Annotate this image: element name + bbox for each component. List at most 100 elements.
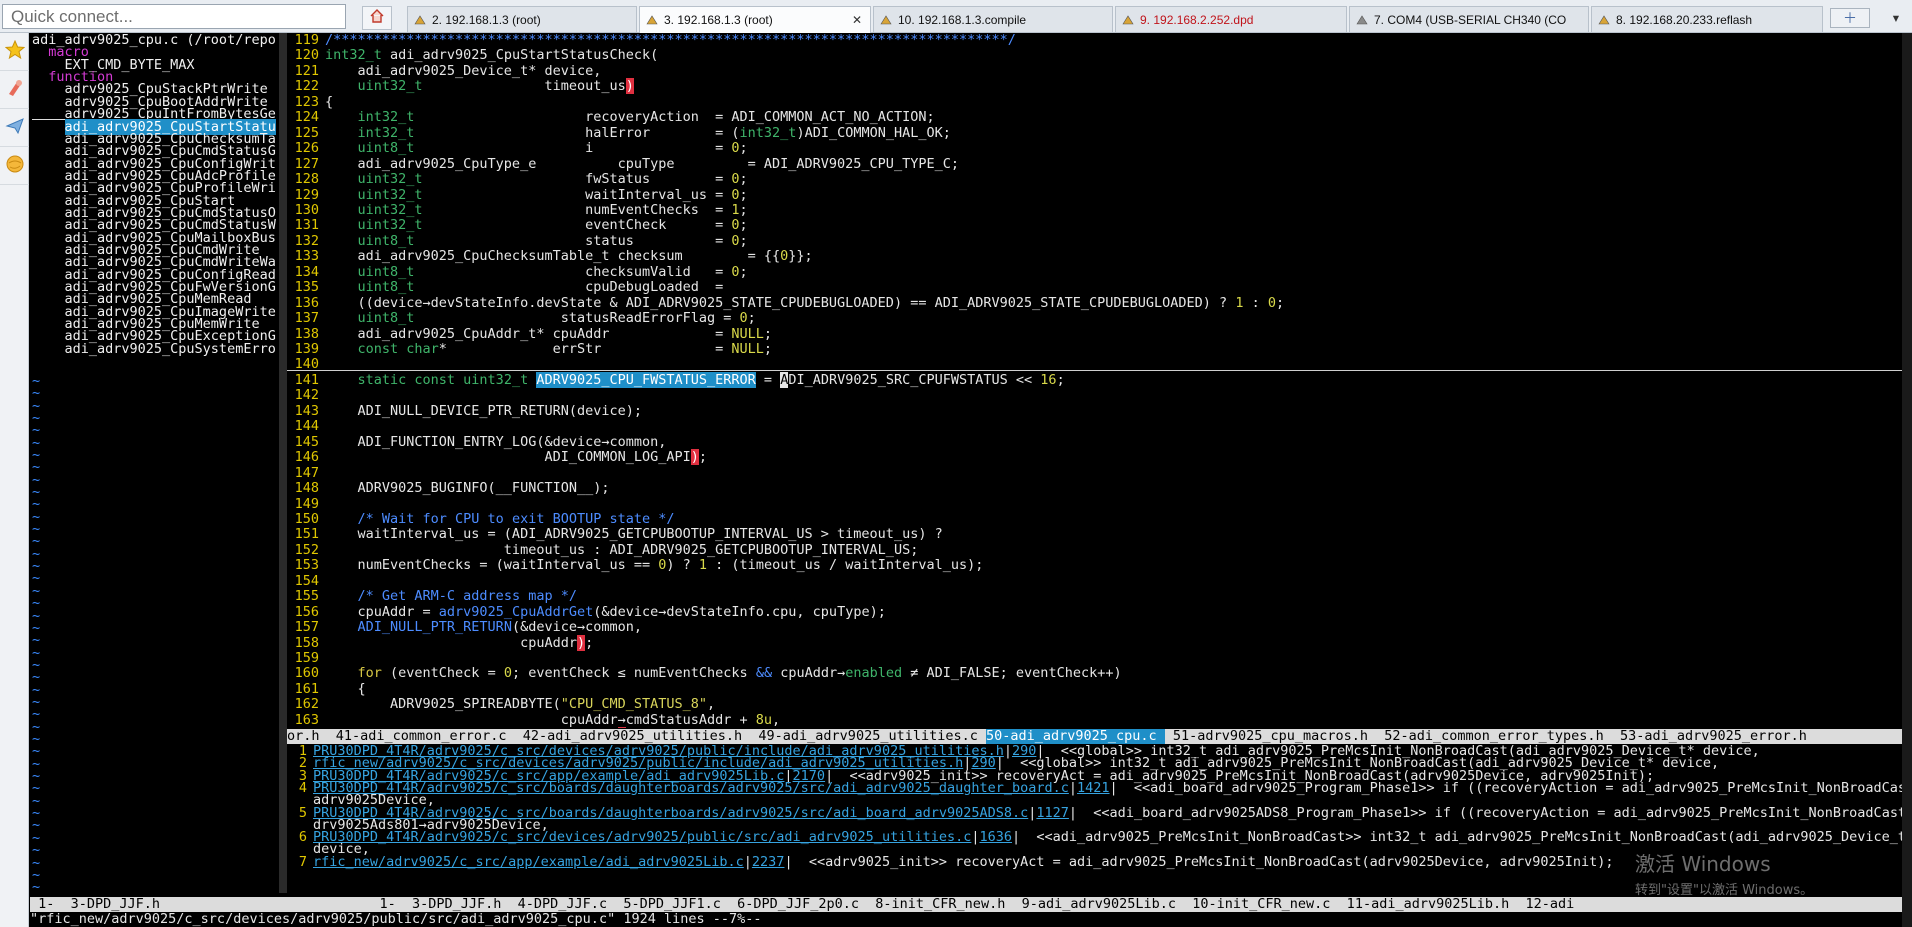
session-tab[interactable]: 8. 192.168.20.233.reflash bbox=[1591, 6, 1823, 32]
line-number: 159 bbox=[294, 650, 319, 666]
code-line[interactable]: 134 uint8_t checksumValid = 0; bbox=[287, 264, 748, 280]
code-editor-pane[interactable]: 119 /************************************… bbox=[287, 33, 1912, 728]
session-tab[interactable]: 9. 192.168.2.252.dpd bbox=[1115, 6, 1347, 32]
terminal-screen[interactable]: adi_adrv9025_cpu.c (/root/repo macro EXT… bbox=[30, 33, 1912, 927]
quickfix-text: <<adi_board_adrv9025ADS8_Program_Phase1>… bbox=[1077, 804, 1912, 821]
line-number: 124 bbox=[294, 109, 319, 126]
code-line[interactable]: 124 int32_t recoveryAction = ADI_COMMON_… bbox=[287, 110, 935, 125]
code-line[interactable]: 157 ADI_NULL_PTR_RETURN(&device→common, bbox=[287, 620, 642, 635]
code-line[interactable]: 126 uint8_t i = 0; bbox=[287, 141, 748, 156]
session-tab[interactable]: 10. 192.168.1.3.compile bbox=[873, 6, 1113, 32]
code-line[interactable]: 146 ADI_COMMON_LOG_API); bbox=[287, 449, 707, 466]
quickfix-separator: | bbox=[1012, 829, 1021, 846]
session-tab-bar: Quick connect... 2. 192.168.1.3 (root) 3.… bbox=[0, 0, 1912, 33]
paper-plane-icon bbox=[4, 116, 25, 140]
code-line[interactable]: 140 bbox=[287, 357, 325, 372]
code-text: waitInterval_us = (ADI_ADRV9025_GETCPUBO… bbox=[325, 526, 943, 543]
code-line[interactable]: 119 /************************************… bbox=[287, 33, 1016, 48]
code-line[interactable]: 154 bbox=[287, 573, 325, 589]
close-tab-icon[interactable]: ✕ bbox=[852, 13, 862, 27]
terminal-scrollbar[interactable] bbox=[1902, 33, 1912, 927]
code-line[interactable]: 148 ADRV9025_BUGINFO(__FUNCTION__); bbox=[287, 480, 610, 497]
line-number: 139 bbox=[294, 341, 319, 357]
code-line[interactable]: 130 uint32_t numEventChecks = 1; bbox=[287, 202, 748, 218]
current-buffer-tab[interactable]: 50-adi_adrv9025_cpu.c bbox=[985, 729, 1165, 744]
code-text: /* Get ARM-C address map */ bbox=[357, 588, 577, 605]
code-line[interactable]: 120 int32_t adi_adrv9025_CpuStartStatusCh… bbox=[287, 48, 659, 63]
code-line[interactable]: 153 numEventChecks = (waitInterval_us ==… bbox=[287, 558, 984, 573]
tab-list-menu-button[interactable]: ▾ bbox=[1886, 8, 1906, 28]
quick-connect-input[interactable]: Quick connect... bbox=[2, 4, 346, 29]
line-number: 125 bbox=[294, 124, 319, 141]
session-tab[interactable]: 7. COM4 (USB-SERIAL CH340 (CO bbox=[1349, 6, 1589, 32]
session-tab[interactable]: 2. 192.168.1.3 (root) bbox=[407, 6, 637, 32]
code-line[interactable]: 141 static const uint32_t ADRV9025_CPU_F… bbox=[287, 371, 1065, 388]
tools-tool[interactable] bbox=[0, 71, 29, 109]
session-tab-label: 8. 192.168.20.233.reflash bbox=[1616, 12, 1753, 27]
code-line[interactable]: 138 adi_adrv9025_CpuAddr_t* cpuAddr = NU… bbox=[287, 326, 772, 342]
code-text: uint8_t status = 0; bbox=[357, 232, 748, 249]
code-line[interactable]: 131 uint32_t eventCheck = 0; bbox=[287, 218, 748, 233]
code-line[interactable]: 137 uint8_t statusReadErrorFlag = 0; bbox=[287, 311, 756, 326]
code-text: uint8_t statusReadErrorFlag = 0; bbox=[357, 310, 756, 327]
code-line[interactable]: 152 timeout_us : ADI_ADRV9025_GETCPUBOOT… bbox=[287, 541, 919, 558]
command-line[interactable]: "rfic_new/adrv9025/c_src/devices/adrv902… bbox=[30, 912, 1912, 927]
code-line[interactable]: 159 bbox=[287, 651, 325, 666]
quickfix-line-number[interactable]: 1127 bbox=[1036, 805, 1069, 821]
code-line[interactable]: 158 cpuAddr); bbox=[287, 634, 593, 651]
terminal-session-icon bbox=[1122, 14, 1134, 26]
home-tab-button[interactable] bbox=[362, 6, 392, 30]
code-line[interactable]: 135 uint8_t cpuDebugLoaded = bbox=[287, 280, 724, 295]
line-number: 150 bbox=[294, 510, 319, 527]
sessions-tool[interactable] bbox=[0, 147, 29, 185]
code-line[interactable]: 162 ADRV9025_SPIREADBYTE("CPU_CMD_STATUS… bbox=[287, 696, 716, 713]
code-line[interactable]: 125 int32_t halError = (int32_t)ADI_COMM… bbox=[287, 124, 951, 141]
code-line[interactable]: 133 adi_adrv9025_CpuChecksumTable_t chec… bbox=[287, 249, 813, 264]
quickfix-line-number[interactable]: 1421 bbox=[1077, 780, 1110, 796]
code-line[interactable]: 129 uint32_t waitInterval_us = 0; bbox=[287, 187, 748, 203]
code-text: ADRV9025_SPIREADBYTE("CPU_CMD_STATUS_8", bbox=[325, 696, 716, 713]
quickfix-path[interactable]: rfic_new/adrv9025/c_src/app/example/adi_… bbox=[313, 854, 744, 870]
quickfix-entry[interactable]: 7 rfic_new/adrv9025/c_src/app/example/adi… bbox=[287, 854, 1614, 870]
quickfix-line-number[interactable]: 1636 bbox=[979, 829, 1012, 845]
code-line[interactable]: 161 { bbox=[287, 681, 366, 697]
code-line[interactable]: 127 adi_adrv9025_CpuType_e cpuType = ADI… bbox=[287, 156, 959, 172]
home-icon bbox=[369, 9, 385, 27]
quickfix-entry[interactable]: 4 PRU30DPD_4T4R/adrv9025/c_src/boards/dau… bbox=[287, 779, 1912, 796]
code-text: timeout_us : ADI_ADRV9025_GETCPUBOOTUP_I… bbox=[325, 541, 919, 558]
code-line[interactable]: 143 ADI_NULL_DEVICE_PTR_RETURN(device); bbox=[287, 403, 642, 419]
code-line[interactable]: 122 uint32_t timeout_us) bbox=[287, 78, 634, 95]
quickfix-index: 4 bbox=[298, 779, 307, 796]
code-line[interactable]: 121 adi_adrv9025_Device_t* device, bbox=[287, 63, 602, 79]
code-line[interactable]: 139 const char* errStr = NULL; bbox=[287, 342, 772, 357]
code-line[interactable]: 163 cpuAddr→cmdStatusAddr + 8u, bbox=[287, 712, 781, 728]
code-line[interactable]: 123 { bbox=[287, 94, 334, 110]
code-line[interactable]: 147 bbox=[287, 465, 325, 481]
line-number: 133 bbox=[294, 248, 319, 265]
quickfix-entry[interactable]: 6 PRU30DPD_4T4R/adrv9025/c_src/devices/ad… bbox=[287, 830, 1912, 845]
quickfix-line-number[interactable]: 2237 bbox=[752, 854, 785, 870]
code-line[interactable]: 145 ADI_FUNCTION_ENTRY_LOG(&device→commo… bbox=[287, 434, 667, 450]
quickfix-path[interactable]: PRU30DPD_4T4R/adrv9025/c_src/devices/adr… bbox=[313, 829, 971, 845]
code-line[interactable]: 136 ((device→devStateInfo.devState & ADI… bbox=[287, 295, 1285, 311]
code-line[interactable]: 155 /* Get ARM-C address map */ bbox=[287, 589, 577, 604]
favorites-tool[interactable] bbox=[0, 33, 29, 71]
code-line[interactable]: 144 bbox=[287, 419, 325, 434]
code-line[interactable]: 149 bbox=[287, 496, 325, 512]
code-line[interactable]: 160 for (eventCheck = 0; eventCheck ≤ nu… bbox=[287, 666, 1122, 681]
code-line[interactable]: 151 waitInterval_us = (ADI_ADRV9025_GETC… bbox=[287, 527, 943, 542]
code-line[interactable]: 150 /* Wait for CPU to exit BOOTUP state… bbox=[287, 510, 675, 527]
session-tab[interactable]: 3. 192.168.1.3 (root) ✕ bbox=[639, 6, 871, 33]
new-tab-button[interactable]: ＋ bbox=[1830, 8, 1870, 28]
code-line[interactable]: 142 bbox=[287, 388, 325, 403]
code-line[interactable]: 128 uint32_t fwStatus = 0; bbox=[287, 172, 748, 187]
tag-item[interactable]: adi_adrv9025_CpuSystemErro bbox=[32, 341, 276, 357]
macros-tool[interactable] bbox=[0, 109, 29, 147]
code-text: &status); bbox=[325, 727, 634, 728]
code-line[interactable]: 156 cpuAddr = adrv9025_CpuAddrGet(&devic… bbox=[287, 604, 886, 620]
terminal-session-icon bbox=[646, 14, 658, 26]
cursor-line bbox=[287, 370, 1912, 371]
line-number: 146 bbox=[294, 449, 319, 466]
line-number: 148 bbox=[294, 480, 319, 497]
code-line[interactable]: 132 uint8_t status = 0; bbox=[287, 232, 748, 249]
